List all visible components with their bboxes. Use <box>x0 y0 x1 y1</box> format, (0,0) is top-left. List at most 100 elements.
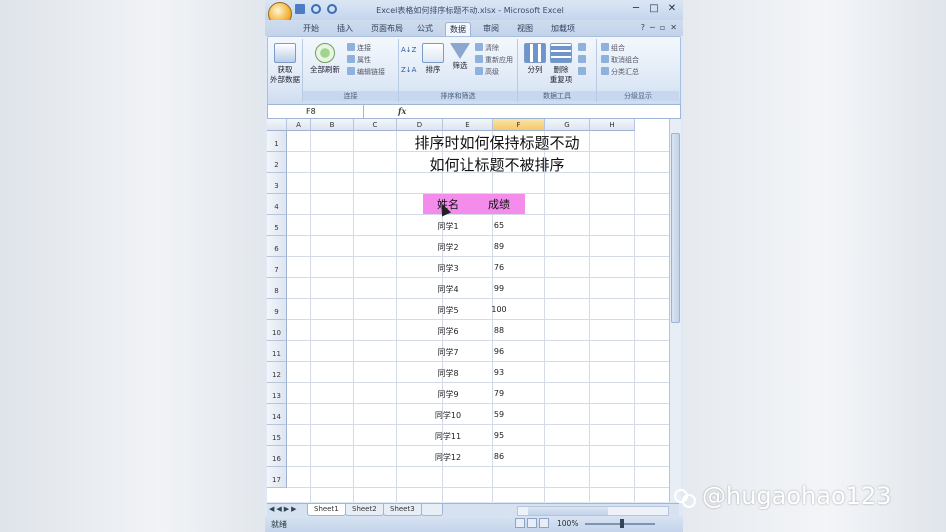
score-cell[interactable]: 76 <box>473 263 525 272</box>
what-if-icon[interactable] <box>578 67 588 77</box>
score-cell[interactable]: 93 <box>473 368 525 377</box>
help-icon[interactable]: ? <box>641 23 645 32</box>
normal-view-icon[interactable] <box>515 518 525 528</box>
filter-button[interactable]: 筛选 <box>447 43 473 71</box>
column-header-a[interactable]: A <box>287 119 311 131</box>
insert-sheet-icon[interactable] <box>421 504 443 516</box>
vertical-scroll-thumb[interactable] <box>671 133 680 323</box>
connections-button[interactable]: 连接 <box>347 43 371 53</box>
properties-button[interactable]: 属性 <box>347 55 371 65</box>
row-header-9[interactable]: 9 <box>267 299 287 320</box>
consolidate-icon[interactable] <box>578 55 588 65</box>
name-cell[interactable]: 同学10 <box>423 410 473 421</box>
column-header-d[interactable]: D <box>397 119 443 131</box>
sheet-nav-arrows[interactable]: ◀◀▶▶ <box>269 505 299 513</box>
close-button[interactable]: ✕ <box>665 3 679 15</box>
column-header-c[interactable]: C <box>354 119 397 131</box>
page-break-view-icon[interactable] <box>539 518 549 528</box>
row-header-12[interactable]: 12 <box>267 362 287 383</box>
sort-desc-button[interactable]: Z↓A <box>401 65 416 75</box>
score-cell[interactable]: 79 <box>473 389 525 398</box>
name-box[interactable]: F8 <box>268 105 364 118</box>
redo-icon[interactable] <box>327 4 337 14</box>
score-cell[interactable]: 89 <box>473 242 525 251</box>
row-header-11[interactable]: 11 <box>267 341 287 362</box>
name-cell[interactable]: 同学4 <box>423 284 473 295</box>
column-header-f[interactable]: F <box>493 119 545 131</box>
tab-formulas[interactable]: 公式 <box>413 22 437 36</box>
name-cell[interactable]: 同学6 <box>423 326 473 337</box>
edit-links-button[interactable]: 编辑链接 <box>347 67 385 77</box>
sheet-tab-2[interactable]: Sheet2 <box>345 504 384 516</box>
row-header-4[interactable]: 4 <box>267 194 287 215</box>
reapply-button[interactable]: 重新应用 <box>475 55 513 65</box>
score-cell[interactable]: 88 <box>473 326 525 335</box>
ungroup-button[interactable]: 取消组合 <box>601 55 639 65</box>
row-header-1[interactable]: 1 <box>267 131 287 152</box>
name-cell[interactable]: 同学8 <box>423 368 473 379</box>
select-all-corner[interactable] <box>267 119 287 131</box>
column-header-e[interactable]: E <box>443 119 493 131</box>
remove-duplicates-button[interactable]: 删除 重复项 <box>548 43 574 85</box>
row-header-17[interactable]: 17 <box>267 467 287 488</box>
refresh-all-button[interactable]: 全部刷新 <box>307 43 343 75</box>
score-cell[interactable]: 59 <box>473 410 525 419</box>
advanced-button[interactable]: 高级 <box>475 67 499 77</box>
tab-insert[interactable]: 插入 <box>333 22 357 36</box>
text-to-columns-button[interactable]: 分列 <box>522 43 548 75</box>
vertical-scrollbar[interactable] <box>669 119 681 502</box>
horizontal-scrollbar[interactable] <box>517 506 669 516</box>
zoom-slider-knob[interactable] <box>620 519 624 528</box>
undo-icon[interactable] <box>311 4 321 14</box>
ribbon-minimize-icon[interactable]: ─ <box>650 23 655 32</box>
row-header-8[interactable]: 8 <box>267 278 287 299</box>
group-button[interactable]: 组合 <box>601 43 625 53</box>
name-cell[interactable]: 同学12 <box>423 452 473 463</box>
name-cell[interactable]: 同学5 <box>423 305 473 316</box>
tab-addins[interactable]: 加载项 <box>547 22 579 36</box>
worksheet-grid[interactable]: A B C D E F G H 1 2 3 4 5 同学1 65 6 同学2 89 7 同学3 76 8 同学4 99 9 同学5… <box>267 119 669 502</box>
column-header-h[interactable]: H <box>590 119 635 131</box>
row-header-2[interactable]: 2 <box>267 152 287 173</box>
name-cell[interactable]: 同学3 <box>423 263 473 274</box>
clear-button[interactable]: 清除 <box>475 43 499 53</box>
horizontal-scroll-thumb[interactable] <box>528 507 608 515</box>
sort-asc-button[interactable]: A↓Z <box>401 45 416 55</box>
row-header-16[interactable]: 16 <box>267 446 287 467</box>
tab-home[interactable]: 开始 <box>299 22 323 36</box>
row-header-5[interactable]: 5 <box>267 215 287 236</box>
score-cell[interactable]: 99 <box>473 284 525 293</box>
name-cell[interactable]: 同学9 <box>423 389 473 400</box>
name-cell[interactable]: 同学7 <box>423 347 473 358</box>
formula-input[interactable] <box>418 105 673 118</box>
save-icon[interactable] <box>295 4 305 14</box>
name-cell[interactable]: 同学11 <box>423 431 473 442</box>
get-external-data-button[interactable]: 获取 外部数据 <box>269 43 301 85</box>
fx-button[interactable]: fx <box>368 105 416 118</box>
score-cell[interactable]: 96 <box>473 347 525 356</box>
minimize-button[interactable]: ─ <box>629 3 643 15</box>
score-cell[interactable]: 100 <box>473 305 525 314</box>
row-header-3[interactable]: 3 <box>267 173 287 194</box>
column-header-g[interactable]: G <box>545 119 590 131</box>
tab-view[interactable]: 视图 <box>513 22 537 36</box>
sort-button[interactable]: 排序 <box>419 43 447 75</box>
score-cell[interactable]: 65 <box>473 221 525 230</box>
data-validation-icon[interactable] <box>578 43 588 53</box>
row-header-7[interactable]: 7 <box>267 257 287 278</box>
score-cell[interactable]: 95 <box>473 431 525 440</box>
name-cell[interactable]: 同学1 <box>423 221 473 232</box>
tab-data[interactable]: 数据 <box>445 22 471 37</box>
maximize-button[interactable]: □ <box>647 3 661 15</box>
tab-page-layout[interactable]: 页面布局 <box>367 22 407 36</box>
row-header-15[interactable]: 15 <box>267 425 287 446</box>
subtotal-button[interactable]: 分类汇总 <box>601 67 639 77</box>
page-layout-view-icon[interactable] <box>527 518 537 528</box>
sheet-tab-3[interactable]: Sheet3 <box>383 504 422 516</box>
ribbon-close-icon[interactable]: ✕ <box>670 23 677 32</box>
row-header-14[interactable]: 14 <box>267 404 287 425</box>
row-header-6[interactable]: 6 <box>267 236 287 257</box>
row-header-10[interactable]: 10 <box>267 320 287 341</box>
ribbon-restore-icon[interactable]: ▫ <box>660 23 665 32</box>
header-score-cell[interactable]: 成绩 <box>473 194 525 214</box>
